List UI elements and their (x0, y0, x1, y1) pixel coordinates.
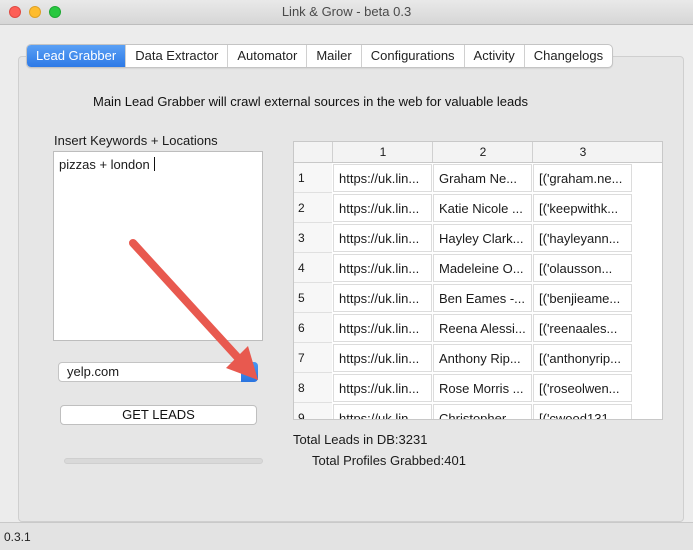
row-number: 2 (294, 193, 332, 223)
cell-url[interactable]: https://uk.lin... (333, 314, 432, 342)
cell-name[interactable]: Graham Ne... (433, 164, 532, 192)
leads-table[interactable]: 1 2 3 1 https://uk.lin... Graham Ne... [('g… (293, 141, 663, 420)
cell-email[interactable]: [('reenaales... (533, 314, 632, 342)
table-row[interactable]: 8 https://uk.lin... Rose Morris ... [('rose… (294, 373, 662, 403)
tab-data-extractor[interactable]: Data Extractor (125, 45, 227, 67)
tab-configurations[interactable]: Configurations (360, 45, 464, 67)
tab-bar: Lead Grabber Data Extractor Automator Ma… (26, 44, 614, 68)
cell-url[interactable]: https://uk.lin... (333, 284, 432, 312)
cell-url[interactable]: https://uk.lin... (333, 164, 432, 192)
total-profiles-text: Total Profiles Grabbed:401 (312, 453, 466, 468)
source-select-value: yelp.com (67, 364, 120, 379)
table-row[interactable]: 1 https://uk.lin... Graham Ne... [('graham.… (294, 163, 662, 193)
column-header-1[interactable]: 1 (332, 142, 433, 162)
row-number: 3 (294, 223, 332, 253)
row-number: 7 (294, 343, 332, 373)
cell-url[interactable]: https://uk.lin... (333, 194, 432, 222)
row-number: 5 (294, 283, 332, 313)
cell-email[interactable]: [('olausson... (533, 254, 632, 282)
version-label: 0.3.1 (4, 530, 31, 544)
cell-email[interactable]: [('benjieame... (533, 284, 632, 312)
window-title: Link & Grow - beta 0.3 (281, 4, 412, 19)
table-row[interactable]: 7 https://uk.lin... Anthony Rip... [('antho… (294, 343, 662, 373)
tab-mailer[interactable]: Mailer (306, 45, 360, 67)
table-row[interactable]: 9 https://uk.lin... Christopher ... [('cwoo… (294, 403, 662, 419)
table-row[interactable]: 3 https://uk.lin... Hayley Clark... [('hayl… (294, 223, 662, 253)
row-number: 1 (294, 163, 332, 193)
cell-url[interactable]: https://uk.lin... (333, 404, 432, 419)
cell-email[interactable]: [('roseolwen... (533, 374, 632, 402)
cell-url[interactable]: https://uk.lin... (333, 374, 432, 402)
cell-name[interactable]: Katie Nicole ... (433, 194, 532, 222)
table-row[interactable]: 2 https://uk.lin... Katie Nicole ... [('kee… (294, 193, 662, 223)
tab-lead-grabber[interactable]: Lead Grabber (27, 45, 126, 67)
cell-name[interactable]: Hayley Clark... (433, 224, 532, 252)
table-row[interactable]: 6 https://uk.lin... Reena Alessi... [('reen… (294, 313, 662, 343)
title-bar: Link & Grow - beta 0.3 (0, 0, 693, 25)
cell-url[interactable]: https://uk.lin... (333, 254, 432, 282)
cell-url[interactable]: https://uk.lin... (333, 224, 432, 252)
table-row[interactable]: 4 https://uk.lin... Madeleine O... [('olaus… (294, 253, 662, 283)
row-number: 4 (294, 253, 332, 283)
status-bar: 0.3.1 (0, 522, 693, 550)
row-number: 8 (294, 373, 332, 403)
cell-name[interactable]: Ben Eames -... (433, 284, 532, 312)
cell-email[interactable]: [('graham.ne... (533, 164, 632, 192)
tab-changelogs[interactable]: Changelogs (523, 45, 612, 67)
table-row[interactable]: 5 https://uk.lin... Ben Eames -... [('benji… (294, 283, 662, 313)
tab-activity[interactable]: Activity (463, 45, 524, 67)
row-number: 6 (294, 313, 332, 343)
cell-email[interactable]: [('keepwithk... (533, 194, 632, 222)
row-number: 9 (294, 403, 332, 419)
total-leads-text: Total Leads in DB:3231 (293, 432, 428, 447)
get-leads-button[interactable]: GET LEADS (60, 405, 257, 425)
cell-email[interactable]: [('hayleyann... (533, 224, 632, 252)
table-header: 1 2 3 (294, 142, 662, 163)
keywords-label: Insert Keywords + Locations (54, 133, 218, 148)
cell-name[interactable]: Rose Morris ... (433, 374, 532, 402)
cell-url[interactable]: https://uk.lin... (333, 344, 432, 372)
cell-email[interactable]: [('cwood131... (533, 404, 632, 419)
cell-name[interactable]: Madeleine O... (433, 254, 532, 282)
intro-text: Main Lead Grabber will crawl external so… (93, 94, 528, 109)
cell-name[interactable]: Reena Alessi... (433, 314, 532, 342)
cell-name[interactable]: Christopher ... (433, 404, 532, 419)
text-caret (153, 157, 155, 171)
tab-automator[interactable]: Automator (227, 45, 306, 67)
keywords-value: pizzas + london (59, 157, 150, 172)
column-header-3[interactable]: 3 (532, 142, 633, 162)
cell-email[interactable]: [('anthonyrip... (533, 344, 632, 372)
keywords-input[interactable]: pizzas + london (53, 151, 263, 341)
source-select[interactable]: yelp.com ⌄ (58, 362, 258, 382)
cell-name[interactable]: Anthony Rip... (433, 344, 532, 372)
column-header-2[interactable]: 2 (432, 142, 533, 162)
progress-bar (64, 458, 263, 464)
chevron-down-icon[interactable]: ⌄ (241, 362, 258, 382)
